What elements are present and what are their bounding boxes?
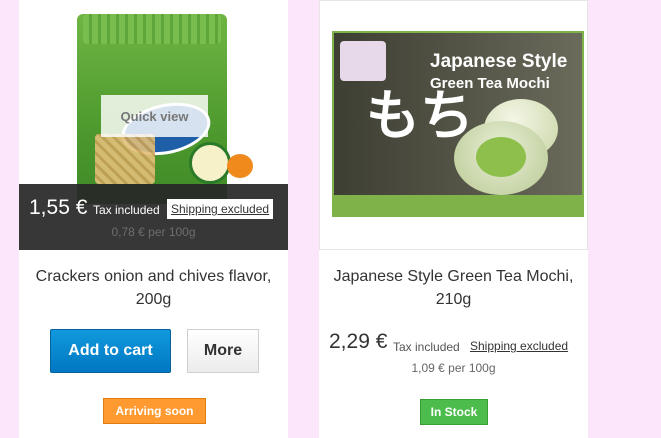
mochi-box-illustration: Japanese Style Green Tea Mochi もち: [332, 31, 584, 217]
availability-badge: Arriving soon: [103, 398, 206, 424]
box-kanji: もち: [366, 86, 474, 146]
quick-view-button[interactable]: Quick view: [101, 95, 208, 137]
product-price: 2,29 €: [329, 330, 388, 353]
product-price: 1,55 €: [29, 196, 88, 219]
add-to-cart-button[interactable]: Add to cart: [50, 329, 171, 373]
tax-label: Tax included: [93, 203, 160, 217]
product-image-crackers[interactable]: Quick view 1,55 € Tax included Shipping …: [19, 0, 288, 250]
more-button[interactable]: More: [187, 329, 259, 373]
unit-price: 0,78 € per 100g: [111, 225, 196, 239]
product-name[interactable]: Japanese Style Green Tea Mochi, 210g: [319, 265, 588, 311]
price-overlay: 1,55 € Tax included Shipping excluded 0,…: [19, 184, 288, 250]
product-image-mochi[interactable]: Japanese Style Green Tea Mochi もち: [319, 0, 588, 250]
box-title-line1: Japanese Style: [430, 51, 568, 72]
product-name[interactable]: Crackers onion and chives flavor, 200g: [19, 265, 288, 311]
shipping-link[interactable]: Shipping excluded: [167, 199, 274, 219]
availability-badge: In Stock: [420, 399, 488, 425]
shipping-link[interactable]: Shipping excluded: [470, 339, 568, 353]
tax-label: Tax included: [393, 340, 460, 354]
unit-price: 1,09 € per 100g: [411, 361, 496, 375]
product-card-crackers: Quick view 1,55 € Tax included Shipping …: [19, 0, 288, 438]
product-card-mochi: Japanese Style Green Tea Mochi もち Japane…: [319, 0, 588, 438]
